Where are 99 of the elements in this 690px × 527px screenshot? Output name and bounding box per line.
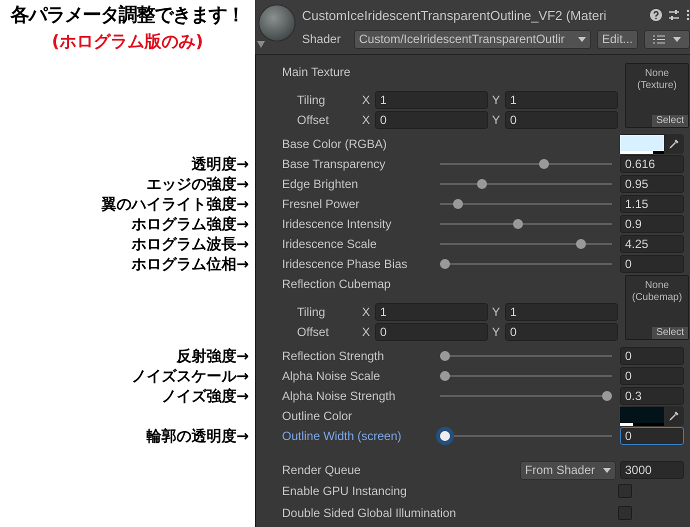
- eyedropper-icon[interactable]: [668, 410, 680, 422]
- alpha-bar: [620, 150, 664, 154]
- setting-label: Render Queue: [282, 463, 361, 477]
- number-field[interactable]: 0: [620, 367, 684, 385]
- property-label: Iridescence Phase Bias: [282, 257, 408, 271]
- material-sphere-icon: [258, 4, 296, 42]
- foldout-triangle-icon[interactable]: [257, 41, 265, 48]
- annotation-label: ノイズ強度→: [161, 386, 249, 406]
- color-swatch[interactable]: [620, 134, 664, 154]
- number-field[interactable]: 0: [375, 111, 488, 129]
- vector-label: Tiling: [297, 93, 326, 107]
- axis-label: Y: [492, 305, 502, 319]
- axis-label: Y: [492, 325, 502, 339]
- number-field[interactable]: 0: [620, 427, 684, 445]
- slider-thumb[interactable]: [440, 259, 450, 269]
- list-dropdown-button[interactable]: [644, 30, 690, 48]
- caret-icon: [578, 36, 586, 42]
- property-label: Outline Width (screen): [282, 429, 402, 443]
- annotation-label: 翼のハイライト強度→: [101, 194, 249, 214]
- property-label: Fresnel Power: [282, 197, 360, 211]
- axis-label: X: [362, 93, 372, 107]
- property-label: Iridescence Intensity: [282, 217, 392, 231]
- axis-label: Y: [492, 93, 502, 107]
- annotation-label: ホログラム位相→: [131, 254, 249, 274]
- number-field[interactable]: 0.3: [620, 387, 684, 405]
- property-label: Outline Color: [282, 409, 352, 423]
- slider-thumb[interactable]: [512, 219, 523, 229]
- property-label: Edge Brighten: [282, 177, 358, 191]
- checkbox[interactable]: [618, 506, 632, 520]
- property-label: Reflection Cubemap: [282, 277, 391, 291]
- property-label: Alpha Noise Strength: [282, 389, 396, 403]
- annotation-label: エッジの強度→: [146, 174, 249, 194]
- property-label: Reflection Strength: [282, 349, 384, 363]
- property-label: Base Color (RGBA): [282, 137, 387, 151]
- slider-thumb[interactable]: [538, 159, 549, 169]
- setting-label: Double Sided Global Illumination: [282, 506, 456, 520]
- vector-label: Tiling: [297, 305, 326, 319]
- number-field[interactable]: 0: [505, 111, 618, 129]
- axis-label: X: [362, 325, 372, 339]
- checkbox[interactable]: [618, 484, 632, 498]
- number-field[interactable]: 0: [505, 323, 618, 341]
- number-field[interactable]: 1: [375, 91, 488, 109]
- number-field[interactable]: 4.25: [620, 235, 684, 253]
- annotation-label: 反射強度→: [176, 346, 249, 366]
- slot-text: None (Texture): [636, 67, 678, 92]
- vector-label: Offset: [297, 113, 330, 127]
- slider-thumb[interactable]: [477, 179, 488, 189]
- number-field[interactable]: 1: [375, 303, 488, 321]
- caret-icon: [603, 468, 611, 472]
- axis-label: Y: [492, 113, 502, 127]
- texture-slot[interactable]: None (Texture) Select: [625, 63, 689, 128]
- number-field[interactable]: 1: [505, 91, 618, 109]
- number-field[interactable]: 1: [505, 303, 618, 321]
- annotation-label: ノイズスケール→: [131, 366, 249, 386]
- slot-text: None (Cubemap): [631, 279, 684, 304]
- slider-thumb[interactable]: [440, 351, 450, 361]
- property-label: Main Texture: [282, 65, 350, 79]
- property-label: Base Transparency: [282, 157, 386, 171]
- number-field[interactable]: 3000: [620, 461, 684, 479]
- shader-label: Shader: [302, 32, 342, 46]
- vector-label: Offset: [297, 325, 330, 339]
- alpha-bar: [620, 422, 664, 426]
- number-field[interactable]: 1.15: [620, 195, 684, 213]
- material-name: CustomIceIridescentTransparentOutline_VF2 (Materi: [302, 8, 608, 22]
- shader-dropdown[interactable]: Custom/IceIridescentTransparentOutlir: [354, 30, 591, 48]
- number-field[interactable]: 0: [620, 255, 684, 273]
- number-field[interactable]: 0.9: [620, 215, 684, 233]
- slider-thumb[interactable]: [602, 391, 612, 401]
- more-options-icon[interactable]: [686, 9, 690, 21]
- preset-sliders-icon[interactable]: [668, 9, 680, 21]
- annotation-label: 輪郭の透明度→: [146, 426, 249, 446]
- select-button[interactable]: Select: [652, 115, 688, 127]
- caret-icon: [672, 36, 681, 42]
- annotation-label: 透明度→: [191, 154, 249, 174]
- number-field[interactable]: 0: [620, 347, 684, 365]
- texture-slot[interactable]: None (Cubemap) Select: [625, 275, 689, 340]
- axis-label: X: [362, 113, 372, 127]
- slider-thumb[interactable]: [440, 431, 450, 441]
- axis-label: X: [362, 305, 372, 319]
- annotation-label: ホログラム波長→: [131, 234, 249, 254]
- color-swatch[interactable]: [620, 406, 664, 426]
- slider-thumb[interactable]: [576, 239, 586, 249]
- annotation-label: ホログラム強度→: [131, 214, 249, 234]
- render-queue-dropdown[interactable]: From Shader: [520, 460, 616, 480]
- number-field[interactable]: 0.616: [620, 155, 684, 173]
- slider-thumb[interactable]: [452, 199, 463, 209]
- setting-label: Enable GPU Instancing: [282, 484, 407, 498]
- select-button[interactable]: Select: [652, 327, 688, 339]
- number-field[interactable]: 0: [375, 323, 488, 341]
- number-field[interactable]: 0.95: [620, 175, 684, 193]
- edit-button[interactable]: Edit...: [597, 30, 638, 48]
- help-icon[interactable]: [650, 9, 662, 21]
- annotation-subtitle: (ホログラム版のみ): [52, 31, 204, 53]
- property-label: Alpha Noise Scale: [282, 369, 380, 383]
- list-icon: [652, 34, 665, 44]
- property-label: Iridescence Scale: [282, 237, 377, 251]
- annotation-title: 各パラメータ調整できます！: [10, 3, 244, 28]
- eyedropper-icon[interactable]: [668, 138, 680, 150]
- slider-thumb[interactable]: [440, 371, 450, 381]
